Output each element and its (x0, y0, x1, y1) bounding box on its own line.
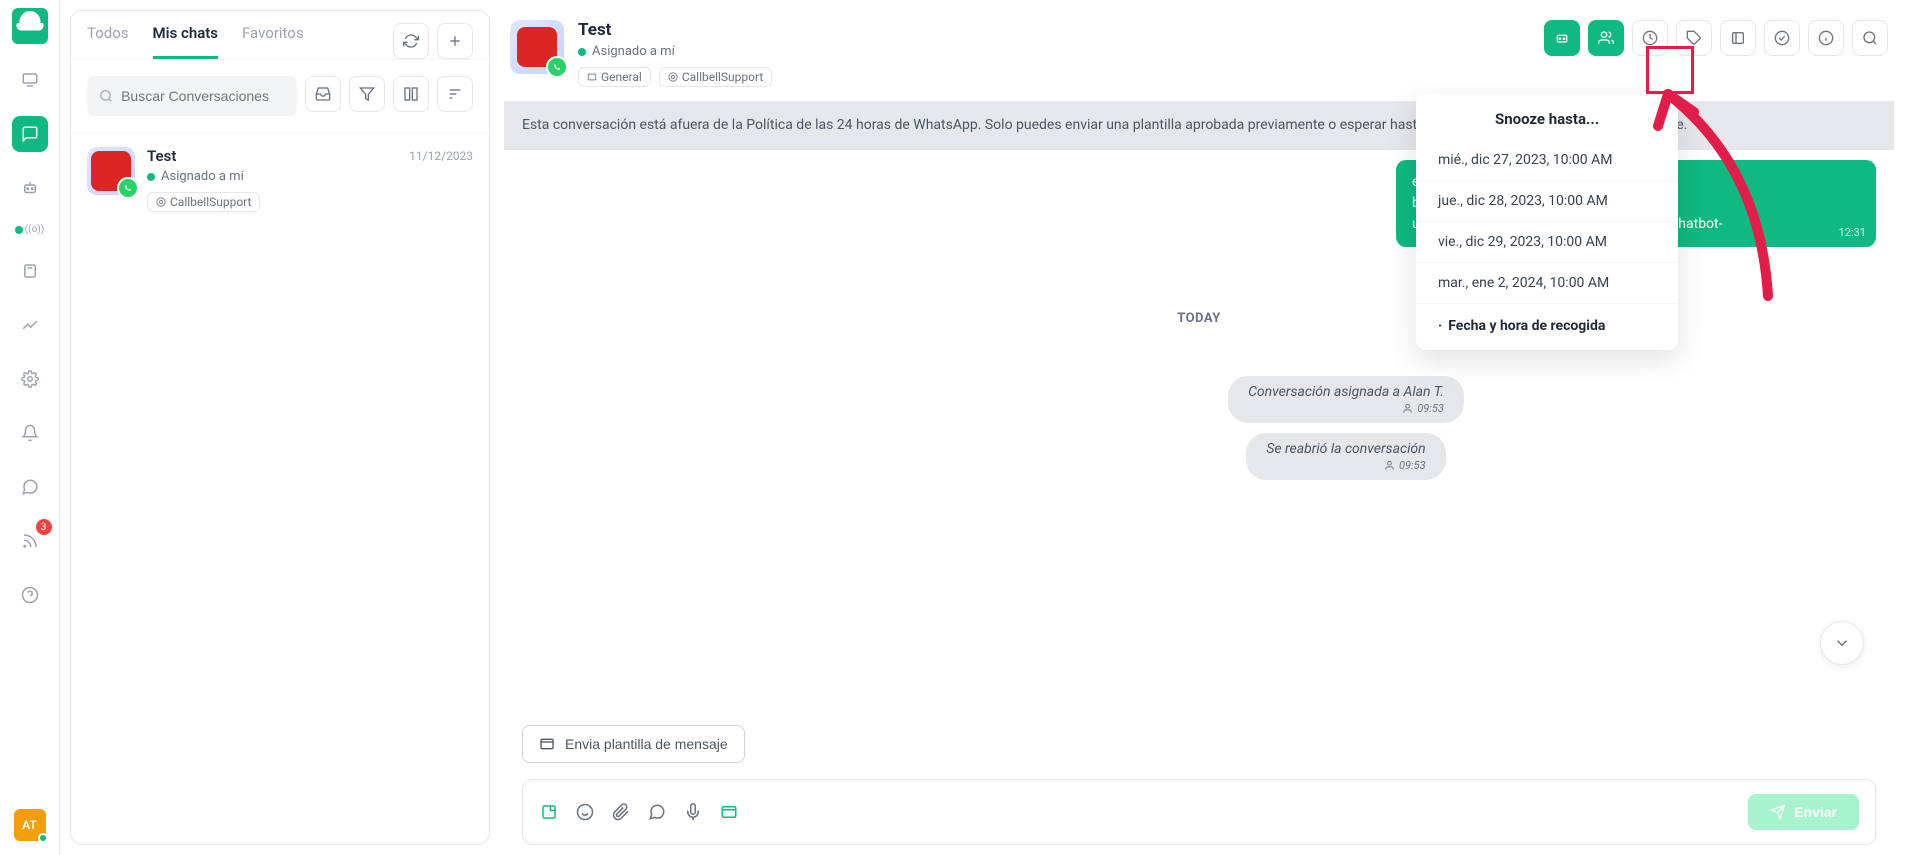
snooze-option[interactable]: mié., dic 27, 2023, 10:00 AM (1416, 140, 1678, 181)
search-icon (99, 88, 113, 104)
template-compose-icon[interactable] (719, 802, 739, 822)
chat-assigned: Asignado a mí (592, 44, 675, 59)
conversation-tag: CallbellSupport (147, 192, 260, 212)
chat-panel: Test Asignado a mí General CallbellSuppo… (500, 0, 1908, 855)
user-avatar[interactable]: AT (14, 809, 46, 841)
send-template-button[interactable]: Envia plantilla de mensaje (522, 725, 745, 763)
snooze-title: Snooze hasta... (1416, 94, 1678, 140)
chat-header: Test Asignado a mí General CallbellSuppo… (504, 10, 1894, 101)
snooze-button[interactable] (1632, 20, 1668, 56)
tab-favoritos[interactable]: Favoritos (242, 24, 304, 59)
chat-tag-general[interactable]: General (578, 67, 651, 87)
info-button[interactable] (1808, 20, 1844, 56)
whatsapp-badge-icon (117, 177, 139, 199)
template-icon (539, 736, 555, 752)
snooze-option[interactable]: jue., dic 28, 2023, 10:00 AM (1416, 181, 1678, 222)
system-message-reopened: Se reabrió la conversación 09:53 (1246, 433, 1445, 480)
emoji-icon[interactable] (575, 802, 595, 822)
snooze-option[interactable]: mar., ene 2, 2024, 10:00 AM (1416, 263, 1678, 304)
tag-button[interactable] (1676, 20, 1712, 56)
nav-chat[interactable] (12, 116, 48, 152)
conversation-avatar (87, 147, 135, 195)
layout-button[interactable] (393, 76, 429, 112)
conversation-date: 11/12/2023 (409, 149, 473, 163)
inbox-filter-button[interactable] (305, 76, 341, 112)
snooze-option[interactable]: vie., dic 29, 2023, 10:00 AM (1416, 222, 1678, 263)
status-dot-icon (578, 48, 586, 56)
bot-action-button[interactable] (1544, 20, 1580, 56)
refresh-button[interactable] (393, 23, 429, 59)
resolve-button[interactable] (1764, 20, 1800, 56)
user-icon (1402, 403, 1413, 414)
nav-notifications[interactable] (12, 415, 48, 451)
filter-button[interactable] (349, 76, 385, 112)
tab-todos[interactable]: Todos (87, 24, 129, 59)
nav-bot[interactable] (12, 170, 48, 206)
chat-title: Test (578, 20, 1530, 40)
tab-mis-chats[interactable]: Mis chats (153, 24, 218, 59)
app-logo (12, 8, 48, 44)
new-conversation-button[interactable] (437, 23, 473, 59)
nav-analytics[interactable] (12, 307, 48, 343)
attach-icon[interactable] (611, 802, 631, 822)
policy-banner: Esta conversación está afuera de la Polí… (504, 101, 1894, 150)
nav-rss[interactable]: 3 (12, 523, 48, 559)
user-avatar-initials: AT (22, 818, 37, 832)
system-message-assigned: Conversación asignada a Alan T. 09:53 (1228, 376, 1464, 423)
message-composer: Enviar (522, 779, 1876, 845)
conversation-list-panel: Todos Mis chats Favoritos (60, 0, 500, 855)
rss-badge: 3 (36, 519, 52, 535)
message-time: 12:31 (1839, 225, 1866, 242)
nav-monitor[interactable] (12, 62, 48, 98)
mic-icon[interactable] (683, 802, 703, 822)
vertical-nav: ((o)) 3 AT (0, 0, 60, 855)
nav-whatsapp[interactable] (12, 469, 48, 505)
snooze-custom[interactable]: Fecha y hora de recogida (1416, 304, 1678, 346)
nav-status[interactable]: ((o)) (15, 224, 45, 235)
conversation-title: Test (147, 147, 176, 165)
quick-reply-icon[interactable] (647, 802, 667, 822)
whatsapp-badge-icon (546, 56, 568, 78)
send-icon (1770, 804, 1786, 820)
send-button[interactable]: Enviar (1748, 794, 1859, 830)
assign-button[interactable] (1588, 20, 1624, 56)
nav-help[interactable] (12, 577, 48, 613)
search-input[interactable] (121, 88, 285, 104)
user-status-dot (38, 833, 48, 843)
search-box[interactable] (87, 76, 297, 116)
conversation-tabs: Todos Mis chats Favoritos (71, 11, 489, 60)
conversation-item[interactable]: Test 11/12/2023 Asignado a mí CallbellSu… (71, 132, 489, 226)
user-icon (1384, 460, 1395, 471)
conversation-assigned: Asignado a mí (161, 169, 244, 184)
chat-tag-support[interactable]: CallbellSupport (659, 67, 772, 87)
notes-icon[interactable] (539, 802, 559, 822)
search-chat-button[interactable] (1852, 20, 1888, 56)
scroll-down-button[interactable] (1820, 621, 1864, 665)
snooze-dropdown: Snooze hasta... mié., dic 27, 2023, 10:0… (1416, 94, 1678, 350)
chat-header-avatar (510, 20, 564, 74)
sort-button[interactable] (437, 76, 473, 112)
nav-contacts[interactable] (12, 253, 48, 289)
nav-settings[interactable] (12, 361, 48, 397)
notes-button[interactable] (1720, 20, 1756, 56)
status-dot-icon (147, 173, 155, 181)
